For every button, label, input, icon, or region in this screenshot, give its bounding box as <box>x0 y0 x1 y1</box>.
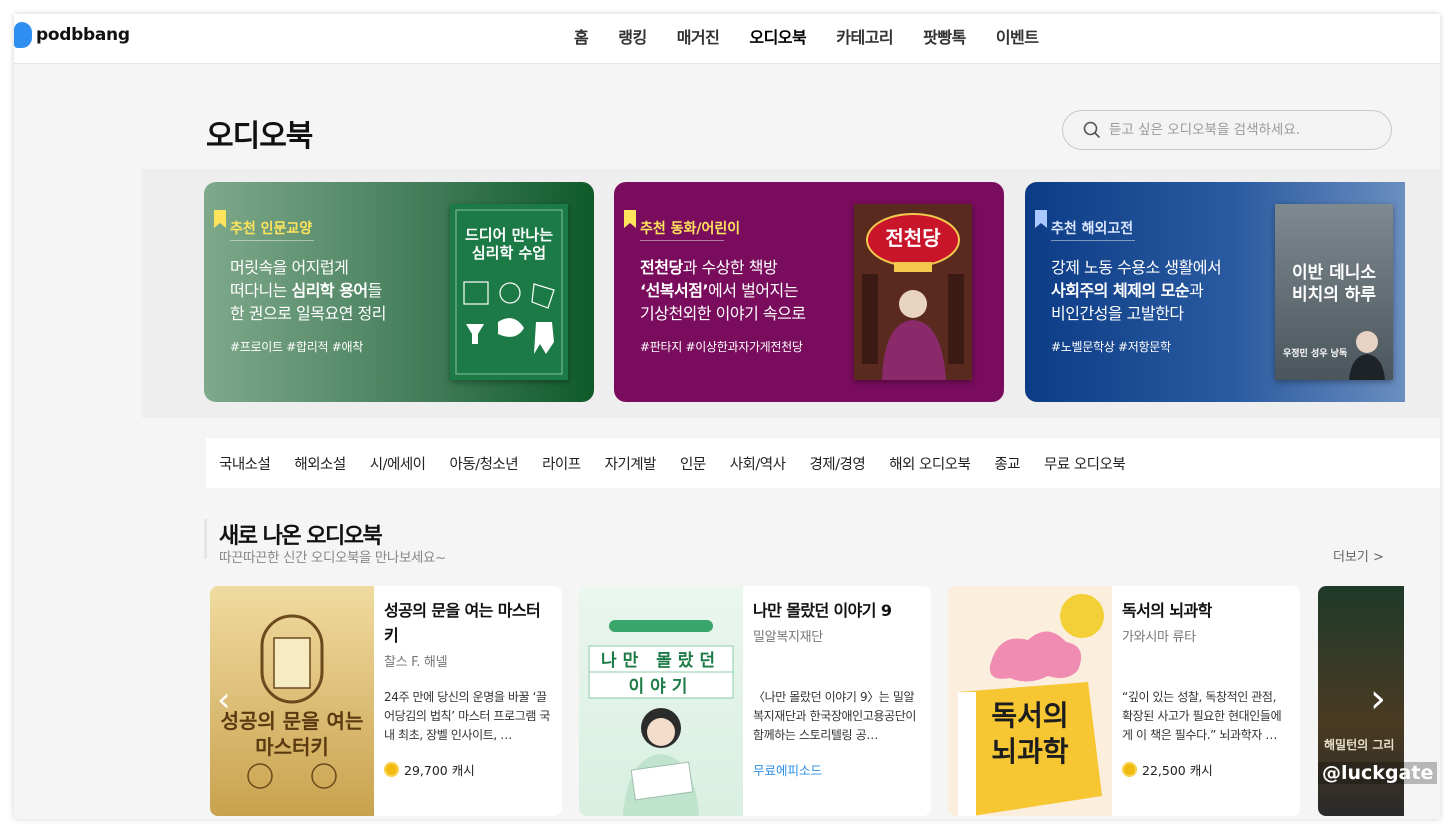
page-title: 오디오북 <box>206 119 313 154</box>
podbbang-logo[interactable]: podbbang <box>14 22 130 48</box>
banner-text: 머릿속을 어지럽게 떠다니는 심리학 용어들 한 권으로 일목요연 정리 <box>230 258 386 323</box>
banner-text: 전천당과 수상한 책방 ‘선복서점’에서 벌어지는 기상천외한 이야기 속으로 <box>640 258 806 323</box>
book-title: 나만 몰랐던 이야기 9 <box>753 601 892 620</box>
banner-tag: 추천 해외고전 <box>1051 221 1134 237</box>
narrator-photo <box>1349 331 1385 380</box>
podbbang-logo-icon <box>14 22 32 48</box>
banner-classics[interactable]: 추천 해외고전 강제 노동 수용소 생활에서 사회주의 체제의 모순과 비인간성… <box>1025 182 1405 402</box>
book-price: 22,500 캐시 <box>1122 760 1213 779</box>
category-society-history[interactable]: 사회/역사 <box>730 453 786 474</box>
book-author: 밀알복지재단 <box>753 630 823 645</box>
category-life[interactable]: 라이프 <box>542 453 581 474</box>
banner-hashtags: #프로이트 #합리적 #애착 <box>230 340 363 354</box>
book-info: 나만 몰랐던 이야기 9 밀알복지재단 <box>753 598 921 645</box>
cover-illustration <box>588 620 734 816</box>
banner-tag: 추천 동화/어린이 <box>640 221 741 237</box>
book-description: 〈나만 몰랐던 이야기 9〉는 밀알복지재단과 한국장애인고용공단이 함께하는 … <box>753 690 917 742</box>
section-accent-bar <box>204 519 207 559</box>
category-poetry-essay[interactable]: 시/에세이 <box>370 453 426 474</box>
book-info: 독서의 뇌과학 가와시마 류타 <box>1122 598 1290 645</box>
coin-icon <box>384 762 399 777</box>
top-header: podbbang 홈 랭킹 매거진 오디오북 카테고리 팟빵톡 이벤트 <box>14 14 1440 64</box>
more-link[interactable]: 더보기 > <box>1333 546 1384 565</box>
banner-hashtags: #판타지 #이상한과자가게전천당 <box>640 340 803 354</box>
book-card[interactable]: 성공의 문을 여는 마스터키 성공의 문을 여는 마스터키 찰스 F. 해넬 2… <box>210 586 562 816</box>
cover-illustration <box>247 614 337 789</box>
banner-text: 강제 노동 수용소 생활에서 사회주의 체제의 모순과 비인간성을 고발한다 <box>1051 258 1222 323</box>
section-subtitle: 따끈따끈한 신간 오디오북을 만나보세요~ <box>219 550 446 566</box>
category-foreign-audiobook[interactable]: 해외 오디오북 <box>889 453 971 474</box>
nav-event[interactable]: 이벤트 <box>996 24 1039 48</box>
banner-humanities[interactable]: 추천 인문교양 머릿속을 어지럽게 떠다니는 심리학 용어들 한 권으로 일목요… <box>204 182 594 402</box>
category-kids-teens[interactable]: 아동/청소년 <box>450 453 519 474</box>
divider <box>640 240 724 241</box>
watermark: @luckgate <box>1318 762 1438 784</box>
book-author: 가와시마 류타 <box>1122 630 1196 645</box>
divider <box>1051 240 1135 241</box>
category-self-help[interactable]: 자기계발 <box>605 453 657 474</box>
book-cover: 독서의 뇌과학 <box>948 586 1112 816</box>
category-foreign-novel[interactable]: 해외소설 <box>294 453 346 474</box>
nav-category[interactable]: 카테고리 <box>836 24 893 48</box>
bookmark-icon <box>624 210 636 228</box>
book-cover: 전천당 <box>854 204 972 380</box>
category-economy[interactable]: 경제/경영 <box>809 453 865 474</box>
cover-illustration <box>455 209 563 375</box>
category-humanities[interactable]: 인문 <box>680 453 706 474</box>
book-card[interactable]: 독서의 뇌과학 독서의 뇌과학 가와시마 류타 “깊이 있는 성찰, 독창적인 … <box>948 586 1300 816</box>
search-input[interactable] <box>1109 122 1369 138</box>
book-cover: 나만 몰랐던 이야기 <box>579 586 743 816</box>
book-price: 무료에피소드 <box>753 763 823 778</box>
book-cover: 성공의 문을 여는 마스터키 <box>210 586 374 816</box>
book-cover: 이반 데니소비치의 하루 우정민 성우 낭독 <box>1275 204 1393 380</box>
book-title: 독서의 뇌과학 <box>1122 601 1212 620</box>
category-religion[interactable]: 종교 <box>994 453 1020 474</box>
category-bar: 국내소설 해외소설 시/에세이 아동/청소년 라이프 자기계발 인문 사회/역사… <box>206 438 1440 488</box>
logo-text: podbbang <box>36 25 130 45</box>
nav-ranking[interactable]: 랭킹 <box>618 24 647 48</box>
carousel-prev-arrow-icon[interactable]: ‹ <box>217 680 231 720</box>
book-info: 성공의 문을 여는 마스터키 찰스 F. 해넬 <box>384 598 552 670</box>
banner-tag: 추천 인문교양 <box>230 221 313 237</box>
book-description: “깊이 있는 성찰, 독창적인 관점, 확장된 사고가 필요한 현대인들에게 이… <box>1122 690 1282 742</box>
book-description: 24주 만에 당신의 운명을 바꿀 ‘끌어당김의 법칙’ 마스터 프로그램 국내… <box>384 690 551 742</box>
nav-magazine[interactable]: 매거진 <box>677 24 720 48</box>
category-free-audiobook[interactable]: 무료 오디오북 <box>1044 453 1126 474</box>
banner-hashtags: #노벨문학상 #저항문학 <box>1051 340 1171 354</box>
main-nav: 홈 랭킹 매거진 오디오북 카테고리 팟빵톡 이벤트 <box>574 24 1068 48</box>
browser-frame: podbbang 홈 랭킹 매거진 오디오북 카테고리 팟빵톡 이벤트 오디오북… <box>14 14 1440 819</box>
nav-podbbang-talk[interactable]: 팟빵톡 <box>923 24 966 48</box>
book-author: 찰스 F. 해넬 <box>384 655 448 670</box>
divider <box>230 240 314 241</box>
banner-children[interactable]: 추천 동화/어린이 전천당과 수상한 책방 ‘선복서점’에서 벌어지는 기상천외… <box>614 182 1004 402</box>
book-card[interactable]: 나만 몰랐던 이야기 나만 몰랐던 이야기 9 밀알복지재단 〈나만 몰랐던 이… <box>579 586 931 816</box>
bookmark-icon <box>1035 210 1047 228</box>
nav-audiobook[interactable]: 오디오북 <box>749 24 806 48</box>
book-title: 성공의 문을 여는 마스터키 <box>384 601 541 645</box>
book-cover: 드디어 만나는 심리학 수업 <box>450 204 568 380</box>
category-korean-novel[interactable]: 국내소설 <box>219 453 271 474</box>
book-price: 29,700 캐시 <box>384 760 475 779</box>
search-icon <box>1083 121 1101 139</box>
search-box[interactable] <box>1062 110 1392 150</box>
bookmark-icon <box>214 210 226 228</box>
carousel-next-arrow-icon[interactable]: › <box>1370 676 1386 722</box>
nav-home[interactable]: 홈 <box>574 24 589 48</box>
coin-icon <box>1122 762 1137 777</box>
